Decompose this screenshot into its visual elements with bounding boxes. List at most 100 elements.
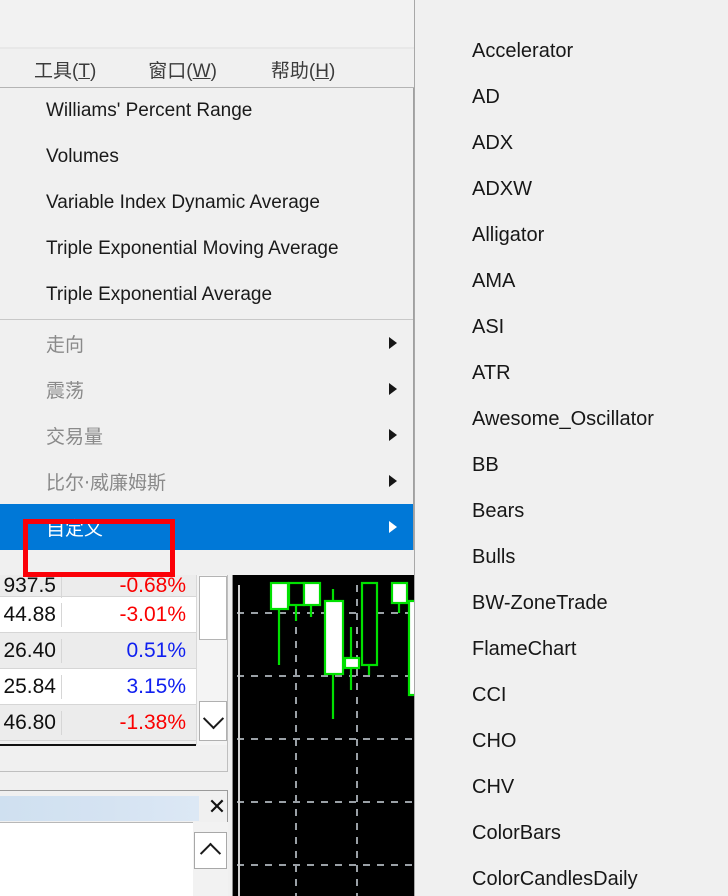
left-application-pane: 工具(T) 窗口(W) 帮助(H) Williams' Percent Rang…	[0, 0, 414, 896]
menu-item-label: Williams' Percent Range	[46, 100, 253, 121]
terminal-active-tab[interactable]	[0, 796, 199, 821]
menu-item-label: Variable Index Dynamic Average	[46, 192, 320, 213]
list-item-adxw[interactable]: ADXW	[415, 166, 728, 212]
list-item-label: ATR	[472, 361, 511, 384]
terminal-scrollbar[interactable]	[193, 822, 228, 896]
change-cell: 3.15%	[126, 674, 186, 698]
list-item-cho[interactable]: CHO	[415, 718, 728, 764]
change-cell: 0.51%	[126, 638, 186, 662]
market-watch-table: 937.5 -0.68% 44.88 -3.01% 26.40 0.51% 25…	[0, 575, 228, 772]
list-item-label: ADXW	[472, 177, 532, 200]
menu-item-triple-exponential-moving-average[interactable]: Triple Exponential Moving Average	[0, 226, 413, 272]
list-item-colorbars[interactable]: ColorBars	[415, 810, 728, 856]
list-item-chv[interactable]: CHV	[415, 764, 728, 810]
menubar-item-tools-label: 工具	[34, 61, 73, 82]
change-cell: -1.38%	[119, 710, 186, 734]
menubar-item-help[interactable]: 帮助(H)	[265, 56, 341, 83]
list-item-alligator[interactable]: Alligator	[415, 212, 728, 258]
list-item-label: Bears	[472, 499, 525, 522]
menu-item-oscillators[interactable]: 震荡	[0, 366, 413, 412]
price-cell: 44.88	[0, 602, 62, 627]
menu-item-variable-index-dynamic-average[interactable]: Variable Index Dynamic Average	[0, 180, 413, 226]
change-cell: -0.68%	[119, 575, 186, 597]
chevron-right-icon	[389, 429, 397, 441]
menu-item-label: Volumes	[46, 146, 119, 167]
list-item-flamechart[interactable]: FlameChart	[415, 626, 728, 672]
indicator-list: Accelerator AD ADX ADXW Alligator AMA AS…	[415, 28, 728, 896]
list-item-bb[interactable]: BB	[415, 442, 728, 488]
chevron-up-icon	[199, 842, 222, 864]
scroll-down-button[interactable]	[199, 701, 227, 741]
menubar-item-help-accel: H	[315, 61, 329, 82]
menubar-item-window-label: 窗口	[148, 61, 187, 82]
close-icon[interactable]: ✕	[206, 795, 228, 821]
menu-item-volumes-category[interactable]: 交易量	[0, 412, 413, 458]
menu-item-custom[interactable]: 自定义	[0, 504, 413, 550]
list-item-label: Alligator	[472, 223, 545, 246]
menu-item-volumes[interactable]: Volumes	[0, 134, 413, 180]
menu-item-label: 比尔·威廉姆斯	[46, 471, 167, 494]
list-item-label: BW-ZoneTrade	[472, 591, 608, 614]
menubar-item-help-label: 帮助	[270, 61, 309, 82]
chevron-right-icon	[389, 383, 397, 395]
list-item-label: Bulls	[472, 545, 516, 568]
indicators-dropdown-menu: Williams' Percent Range Volumes Variable…	[0, 88, 414, 550]
price-cell: 46.80	[0, 710, 62, 735]
list-item-label: AMA	[472, 269, 516, 292]
chevron-right-icon	[389, 521, 397, 533]
list-item-awesome-oscillator[interactable]: Awesome_Oscillator	[415, 396, 728, 442]
market-watch-rows: 937.5 -0.68% 44.88 -3.01% 26.40 0.51% 25…	[0, 575, 196, 741]
list-item-accelerator[interactable]: Accelerator	[415, 28, 728, 74]
market-watch-scrollbar[interactable]	[196, 575, 227, 745]
list-item-label: CHO	[472, 729, 517, 752]
list-item-bw-zonetrade[interactable]: BW-ZoneTrade	[415, 580, 728, 626]
table-row[interactable]: 46.80 -1.38%	[0, 705, 196, 741]
list-item-label: BB	[472, 453, 499, 476]
list-item-bears[interactable]: Bears	[415, 488, 728, 534]
chevron-down-icon	[202, 707, 224, 729]
menu-item-label: 自定义	[46, 517, 104, 540]
menu-item-label: Triple Exponential Average	[46, 284, 273, 305]
terminal-content-area	[0, 822, 193, 896]
list-item-ama[interactable]: AMA	[415, 258, 728, 304]
menu-item-williams-percent-range[interactable]: Williams' Percent Range	[0, 88, 413, 134]
table-row[interactable]: 25.84 3.15%	[0, 669, 196, 705]
list-item-label: ADX	[472, 131, 514, 154]
list-item-label: ColorCandlesDaily	[472, 867, 638, 890]
chart-canvas	[233, 575, 414, 896]
menu-item-label: Triple Exponential Moving Average	[46, 238, 339, 259]
list-item-atr[interactable]: ATR	[415, 350, 728, 396]
price-cell: 937.5	[0, 575, 62, 598]
list-item-label: FlameChart	[472, 637, 577, 660]
list-item-cci[interactable]: CCI	[415, 672, 728, 718]
menubar-item-tools-accel: T	[78, 61, 90, 82]
list-item-bulls[interactable]: Bulls	[415, 534, 728, 580]
scrollbar-thumb[interactable]	[199, 576, 227, 640]
terminal-tab-bar: ✕	[0, 795, 228, 821]
candlestick-chart[interactable]	[232, 575, 414, 896]
price-cell: 25.84	[0, 674, 62, 699]
terminal-panel: ✕	[0, 790, 228, 896]
list-item-label: ASI	[472, 315, 505, 338]
list-item-colorcandlesdaily[interactable]: ColorCandlesDaily	[415, 856, 728, 896]
menu-item-triple-exponential-average[interactable]: Triple Exponential Average	[0, 272, 413, 318]
table-row[interactable]: 44.88 -3.01%	[0, 597, 196, 633]
menu-item-bill-williams[interactable]: 比尔·威廉姆斯	[0, 458, 413, 504]
scroll-up-button[interactable]	[194, 832, 227, 869]
table-row[interactable]: 26.40 0.51%	[0, 633, 196, 669]
menubar-item-tools[interactable]: 工具(T)	[28, 56, 102, 83]
list-item-label: Awesome_Oscillator	[472, 407, 654, 430]
menu-item-label: 交易量	[46, 425, 104, 448]
list-item-adx[interactable]: ADX	[415, 120, 728, 166]
chevron-right-icon	[389, 337, 397, 349]
menubar-item-window[interactable]: 窗口(W)	[142, 56, 223, 83]
toolbar-strip	[0, 0, 414, 49]
menu-item-trend[interactable]: 走向	[0, 320, 413, 366]
list-item-asi[interactable]: ASI	[415, 304, 728, 350]
menu-bar: 工具(T) 窗口(W) 帮助(H)	[0, 52, 414, 88]
chevron-right-icon	[389, 475, 397, 487]
change-cell: -3.01%	[119, 602, 186, 626]
table-row[interactable]: 937.5 -0.68%	[0, 575, 196, 598]
list-item-ad[interactable]: AD	[415, 74, 728, 120]
menubar-item-window-accel: W	[192, 61, 211, 82]
